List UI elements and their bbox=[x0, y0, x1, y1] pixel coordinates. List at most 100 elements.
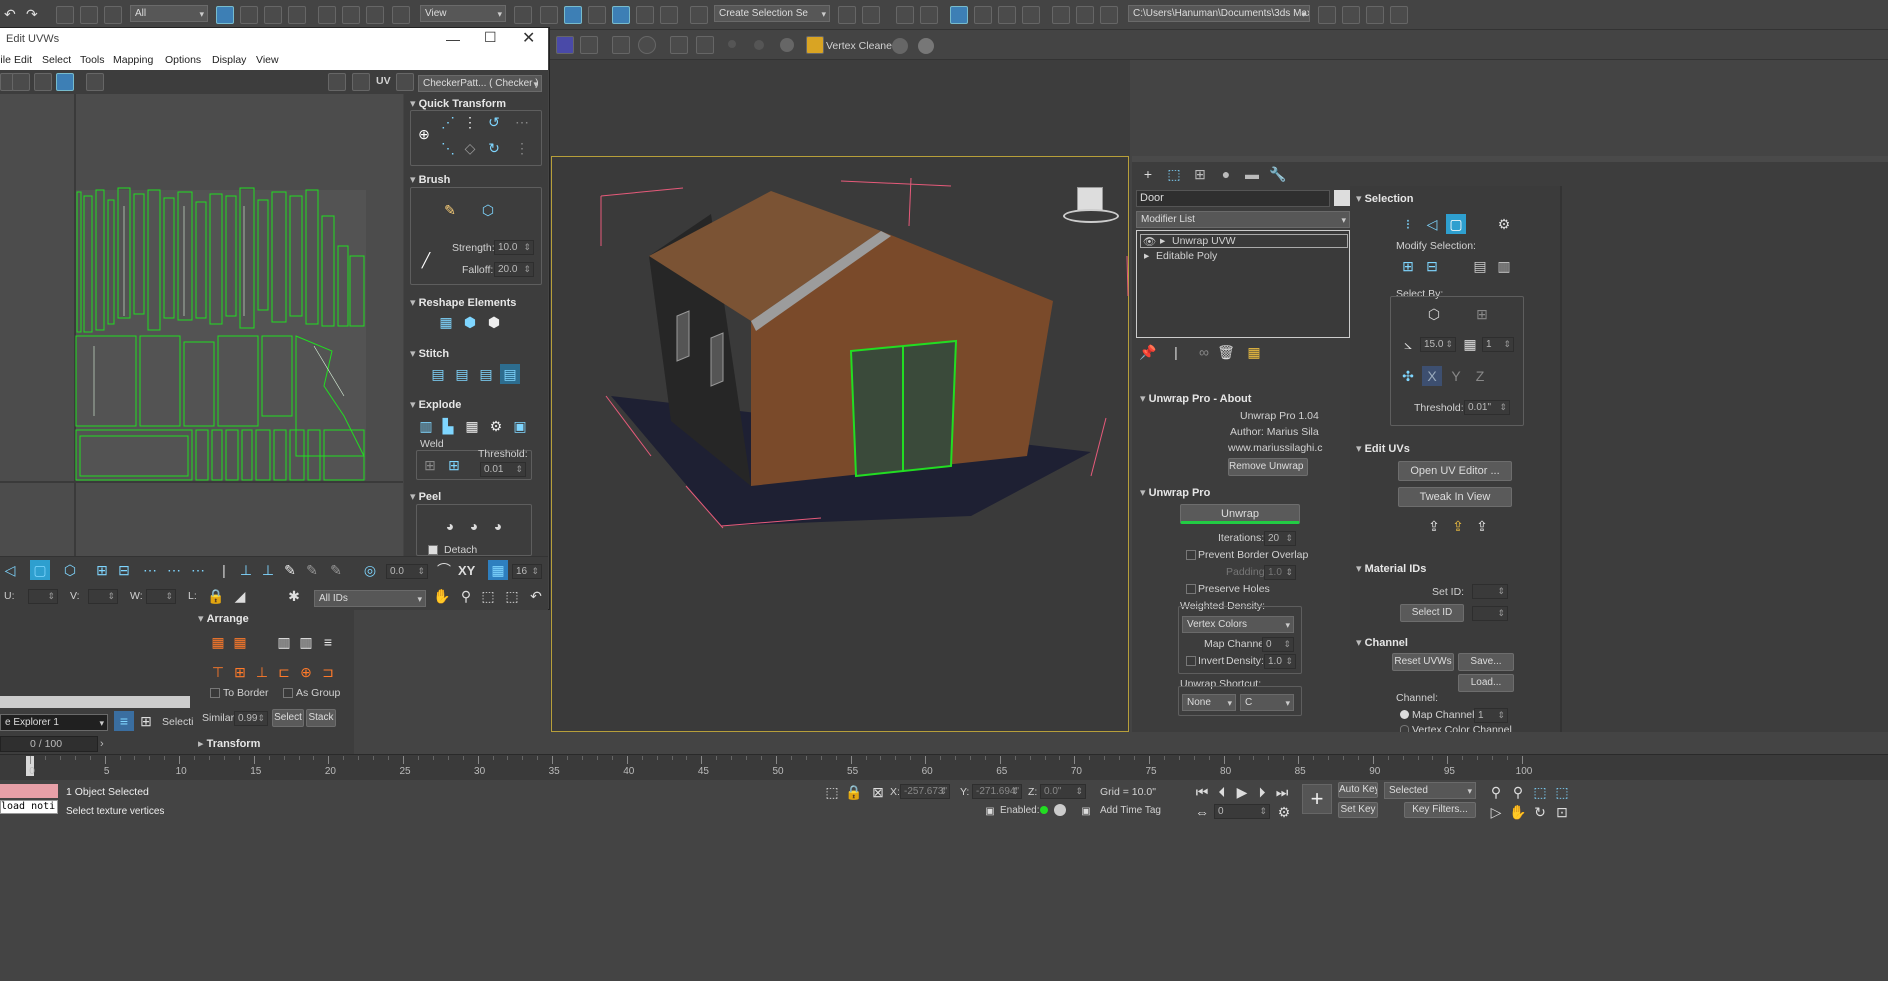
next-key-icon[interactable]: ⏵ bbox=[1252, 782, 1272, 802]
menu-edit[interactable]: Edit bbox=[14, 54, 32, 66]
axis-z-icon[interactable]: Z bbox=[1470, 366, 1490, 386]
stack-button[interactable]: Stack bbox=[306, 709, 336, 727]
y-coord[interactable]: -271.694" bbox=[972, 784, 1022, 799]
padding-spinner[interactable]: 1.0 bbox=[1264, 565, 1296, 580]
paint-enlarge-icon[interactable]: ✎ bbox=[302, 560, 322, 580]
zoom-all-icon[interactable]: ⚲ bbox=[1508, 782, 1528, 802]
qt-extra-2-icon[interactable]: ⋮ bbox=[512, 138, 532, 158]
unlink-icon[interactable] bbox=[80, 6, 98, 24]
about-header[interactable]: Unwrap Pro - About bbox=[1140, 392, 1252, 405]
ids-dropdown[interactable]: All IDs bbox=[314, 590, 426, 607]
menu-options[interactable]: Options bbox=[165, 54, 201, 66]
viewcube-icon[interactable] bbox=[1063, 185, 1119, 227]
about-url[interactable]: www.mariussilaghi.c bbox=[1228, 442, 1323, 454]
menu-mapping[interactable]: Mapping bbox=[113, 54, 153, 66]
help-icon[interactable] bbox=[638, 36, 656, 54]
pan-icon[interactable]: ✋ bbox=[432, 586, 452, 606]
rect-selection-icon[interactable] bbox=[264, 6, 282, 24]
uvw-freeform-icon[interactable] bbox=[56, 73, 74, 91]
quick-planar-3-icon[interactable]: ⇪ bbox=[1472, 516, 1492, 536]
sel-threshold-spinner[interactable]: 0.01" bbox=[1464, 400, 1510, 415]
x-coord[interactable]: -257.673" bbox=[900, 784, 950, 799]
quick-transform-header[interactable]: Quick Transform bbox=[410, 97, 506, 110]
qt-align-v-icon[interactable]: ⋱ bbox=[438, 138, 458, 158]
save-uvw-button[interactable]: Save... bbox=[1458, 653, 1514, 671]
circle-button-1[interactable] bbox=[892, 38, 908, 54]
reference-coord-dropdown[interactable]: View bbox=[420, 5, 506, 22]
open-uv-editor-button[interactable]: Open UV Editor ... bbox=[1398, 461, 1512, 481]
select-id-button[interactable]: Select ID bbox=[1400, 604, 1464, 622]
iterations-spinner[interactable]: 20 bbox=[1264, 531, 1296, 546]
sel-poly-icon[interactable]: ▢ bbox=[1446, 214, 1466, 234]
uvw-mirror-icon[interactable] bbox=[86, 73, 104, 91]
unwrap-button[interactable]: Unwrap bbox=[1180, 504, 1300, 524]
arrange-bars-3-icon[interactable]: ≡ bbox=[318, 632, 338, 652]
relax-icon[interactable]: ⬢ bbox=[460, 312, 480, 332]
key-selection-dropdown[interactable]: Selected bbox=[1384, 782, 1476, 799]
loop-icon[interactable]: ⋯ bbox=[140, 560, 160, 580]
falloff-spinner[interactable]: 20.0 bbox=[494, 262, 534, 277]
align-5-icon[interactable]: ⊕ bbox=[296, 662, 316, 682]
play-icon[interactable]: ▶ bbox=[1232, 782, 1252, 802]
sel-edge-icon[interactable]: ◁ bbox=[1422, 214, 1442, 234]
channel-header[interactable]: Channel bbox=[1356, 636, 1408, 649]
zoom-extents-viewport-icon[interactable]: ⬚ bbox=[1530, 782, 1550, 802]
grow-icon[interactable]: ⊞ bbox=[92, 560, 112, 580]
as-group-checkbox[interactable] bbox=[283, 688, 293, 698]
expand-2-icon[interactable]: ▸ bbox=[1144, 250, 1149, 262]
move-icon[interactable] bbox=[318, 6, 336, 24]
edit-named-sets-icon[interactable] bbox=[690, 6, 708, 24]
map-channel-radio[interactable] bbox=[1400, 710, 1409, 719]
schematic-view-icon[interactable] bbox=[998, 6, 1016, 24]
quick-planar-2-icon[interactable]: ⇪ bbox=[1448, 516, 1468, 536]
zoom-icon[interactable]: ⚲ bbox=[456, 586, 476, 606]
ring-icon[interactable]: ⋯ bbox=[164, 560, 184, 580]
invert-checkbox[interactable] bbox=[1186, 656, 1196, 666]
weld-2-icon[interactable]: ⊞ bbox=[444, 455, 464, 475]
peel-3-icon[interactable]: ◕ bbox=[488, 516, 508, 536]
explode-1-icon[interactable]: ▥ bbox=[416, 416, 436, 436]
stitch-4-icon[interactable]: ▤ bbox=[500, 364, 520, 384]
id-spinner[interactable]: 1 bbox=[1482, 337, 1514, 352]
mirror-icon[interactable] bbox=[838, 6, 856, 24]
strength-spinner[interactable]: 10.0 bbox=[494, 240, 534, 255]
select-manipulate-icon[interactable] bbox=[540, 6, 558, 24]
window-crossing-icon[interactable] bbox=[288, 6, 306, 24]
goto-start-icon[interactable]: ⏮ bbox=[1192, 782, 1212, 802]
circle-button-2[interactable] bbox=[918, 38, 934, 54]
fov-icon[interactable]: ▷ bbox=[1486, 802, 1506, 822]
quick-planar-icon[interactable]: ⇪ bbox=[1424, 516, 1444, 536]
orbit-icon[interactable]: ↻ bbox=[1530, 802, 1550, 822]
w-spinner[interactable] bbox=[146, 589, 176, 604]
freeze-icon[interactable]: ✱ bbox=[284, 586, 304, 606]
project-folder-icon[interactable] bbox=[1318, 6, 1336, 24]
enabled-toggle[interactable] bbox=[1054, 804, 1066, 816]
prev-frame-icon[interactable]: ⏴ bbox=[1212, 782, 1232, 802]
explorer-sort-icon[interactable]: ⊞ bbox=[136, 711, 156, 731]
rotate-icon[interactable] bbox=[342, 6, 360, 24]
maximize-viewport-icon[interactable]: ⊡ bbox=[1552, 802, 1572, 822]
key-mode-icon[interactable]: ⇔ bbox=[1192, 802, 1212, 822]
minimize-icon[interactable]: — bbox=[446, 31, 460, 47]
show-end-result-icon[interactable]: | bbox=[1166, 342, 1186, 362]
menu-file[interactable]: File bbox=[0, 54, 11, 66]
sel-element-icon[interactable]: ⚙ bbox=[1494, 214, 1514, 234]
reset-view-icon[interactable]: ↶ bbox=[526, 586, 546, 606]
vertex-cleaner-icon[interactable] bbox=[806, 36, 824, 54]
script-listener-mini[interactable] bbox=[0, 784, 58, 798]
density-spinner[interactable]: 1.0 bbox=[1264, 654, 1296, 669]
stitch-3-icon[interactable]: ▤ bbox=[476, 364, 496, 384]
spinner-snap-icon[interactable] bbox=[660, 6, 678, 24]
qt-rotate-cw-icon[interactable]: ↻ bbox=[484, 138, 504, 158]
eye-icon[interactable]: 👁 bbox=[1143, 235, 1156, 248]
render-frame-icon[interactable] bbox=[1076, 6, 1094, 24]
stitch-1-icon[interactable]: ▤ bbox=[428, 364, 448, 384]
configure-sets-icon[interactable]: ▦ bbox=[1244, 342, 1264, 362]
z-coord[interactable]: 0.0" bbox=[1040, 784, 1086, 799]
layout-3-icon[interactable] bbox=[1390, 6, 1408, 24]
sel-map-channel-spinner[interactable]: 1 bbox=[1474, 708, 1508, 723]
selection-filter-dropdown[interactable]: All bbox=[130, 5, 208, 22]
stitch-2-icon[interactable]: ▤ bbox=[452, 364, 472, 384]
menu-tools[interactable]: Tools bbox=[80, 54, 105, 66]
time-config-icon[interactable]: ⚙ bbox=[1274, 802, 1294, 822]
